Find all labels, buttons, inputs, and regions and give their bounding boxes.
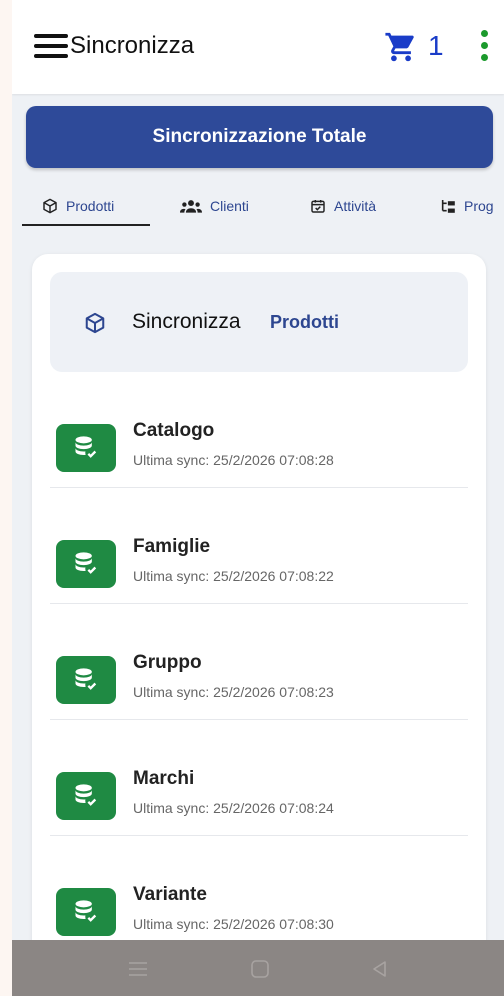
database-check-icon <box>56 656 116 704</box>
hamburger-menu-icon[interactable] <box>34 34 68 62</box>
tab-label: Attività <box>334 198 377 214</box>
people-icon <box>180 200 202 213</box>
sync-item-variante[interactable]: Variante Ultima sync: 25/2/2026 07:08:30 <box>50 836 468 940</box>
sync-item-marchi[interactable]: Marchi Ultima sync: 25/2/2026 07:08:24 <box>50 720 468 836</box>
sync-item-catalogo[interactable]: Catalogo Ultima sync: 25/2/2026 07:08:28 <box>50 372 468 488</box>
database-check-icon <box>56 540 116 588</box>
tab-clienti[interactable]: Clienti <box>180 186 249 226</box>
sync-item-famiglie[interactable]: Famiglie Ultima sync: 25/2/2026 07:08:22 <box>50 488 468 604</box>
page-title: Sincronizza <box>70 32 195 59</box>
card-header: Sincronizza Prodotti <box>50 272 468 372</box>
cube-icon <box>85 312 105 334</box>
card-header-label: Sincronizza <box>132 310 241 333</box>
tab-bar: Prodotti Clienti Attività Prog <box>12 186 504 230</box>
sync-item-name: Famiglie <box>133 536 211 557</box>
database-check-icon <box>56 772 116 820</box>
database-check-icon <box>56 888 116 936</box>
sync-all-button[interactable]: Sincronizzazione Totale <box>26 106 493 168</box>
database-check-icon <box>56 424 116 472</box>
cart-count-badge: 1 <box>428 30 444 61</box>
sync-item-name: Gruppo <box>133 652 202 673</box>
app-bar: Sincronizza 1 <box>12 0 504 94</box>
tree-icon <box>441 200 455 213</box>
sync-item-timestamp: Ultima sync: 25/2/2026 07:08:28 <box>133 452 334 468</box>
cart-icon[interactable] <box>384 30 418 64</box>
sync-screen: Sincronizza 1 Sincronizzazione Totale Pr… <box>12 0 504 940</box>
sync-item-timestamp: Ultima sync: 25/2/2026 07:08:22 <box>133 568 334 584</box>
back-icon[interactable] <box>368 958 392 980</box>
sync-item-gruppo[interactable]: Gruppo Ultima sync: 25/2/2026 07:08:23 <box>50 604 468 720</box>
tab-indicator <box>22 224 150 226</box>
sync-item-timestamp: Ultima sync: 25/2/2026 07:08:24 <box>133 800 334 816</box>
tab-prodotti[interactable]: Prodotti <box>42 186 114 226</box>
calendar-check-icon <box>311 200 325 213</box>
tab-label: Clienti <box>210 198 249 214</box>
tab-prog[interactable]: Prog <box>440 186 494 226</box>
sync-item-name: Catalogo <box>133 420 215 441</box>
sync-item-timestamp: Ultima sync: 25/2/2026 07:08:30 <box>133 916 334 932</box>
tab-label: Prog <box>464 198 494 214</box>
tab-label: Prodotti <box>66 198 115 214</box>
more-vert-icon[interactable] <box>478 30 490 66</box>
recents-icon[interactable] <box>126 958 150 980</box>
card-header-category: Prodotti <box>270 312 339 332</box>
tab-attivita[interactable]: Attività <box>310 186 376 226</box>
cube-icon <box>43 198 57 214</box>
sync-item-name: Marchi <box>133 768 195 789</box>
sync-card: Sincronizza Prodotti Catalogo Ultima syn… <box>32 254 486 940</box>
sync-item-name: Variante <box>133 884 207 905</box>
system-nav-bar <box>12 940 504 996</box>
sync-item-timestamp: Ultima sync: 25/2/2026 07:08:23 <box>133 684 334 700</box>
home-icon[interactable] <box>248 958 272 980</box>
